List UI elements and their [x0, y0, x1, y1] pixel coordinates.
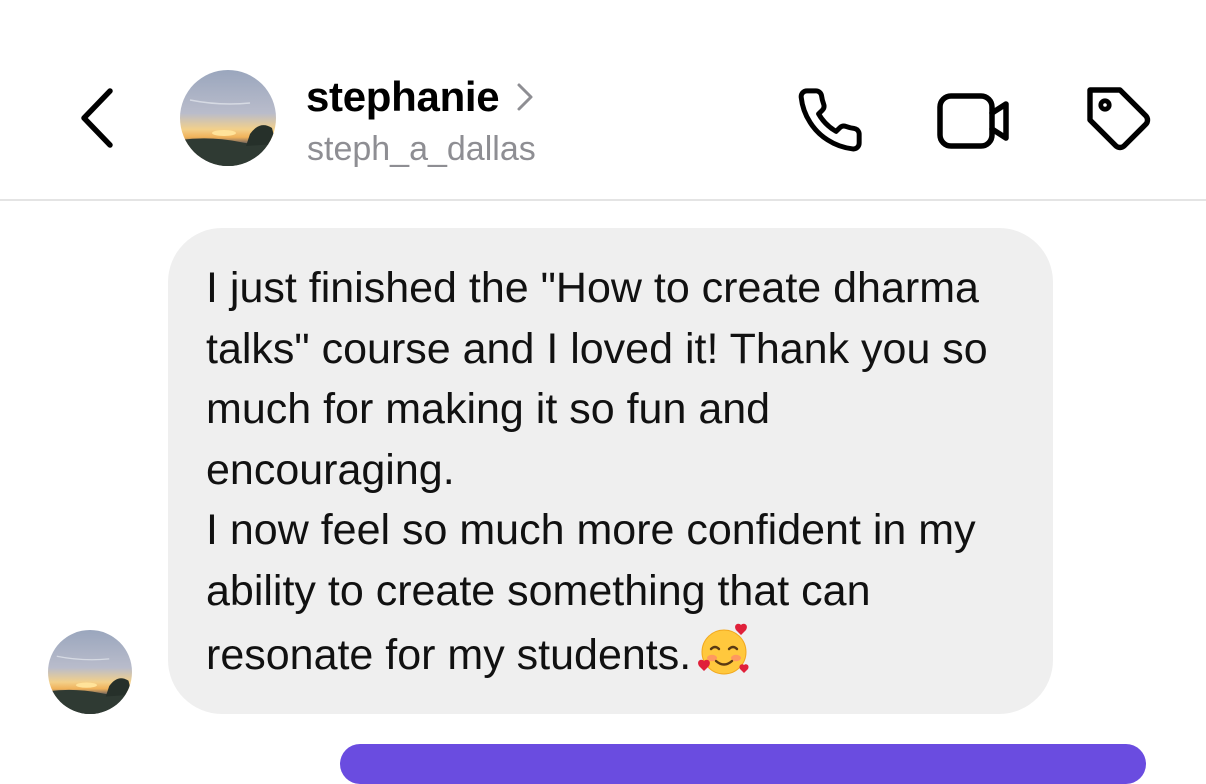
profile-link[interactable]: stephanie	[306, 72, 535, 122]
outgoing-message-bubble-edge	[340, 744, 1146, 784]
chevron-left-icon	[81, 88, 113, 148]
smiling-face-with-hearts-icon	[695, 621, 753, 696]
video-call-button[interactable]	[932, 82, 1016, 158]
username: steph_a_dallas	[307, 130, 536, 168]
tag-icon	[1087, 87, 1151, 151]
incoming-message-bubble[interactable]: I just finished the "How to create dharm…	[168, 228, 1053, 714]
message-text: I just finished the "How to create dharm…	[206, 258, 1023, 696]
chat-header: stephanie steph_a_dallas	[0, 0, 1206, 201]
back-button[interactable]	[70, 85, 122, 151]
avatar[interactable]	[180, 70, 276, 166]
display-name: stephanie	[306, 73, 500, 120]
message-paragraph-text: I now feel so much more confident in my …	[206, 506, 976, 679]
message-avatar[interactable]	[48, 630, 132, 714]
video-camera-icon	[937, 93, 1009, 149]
phone-icon	[798, 88, 862, 152]
tag-button[interactable]	[1080, 82, 1160, 158]
message-paragraph: I now feel so much more confident in my …	[206, 500, 1023, 696]
sunset-photo	[180, 70, 276, 166]
message-paragraph: I just finished the "How to create dharm…	[206, 264, 988, 494]
sunset-photo	[48, 630, 132, 714]
call-button[interactable]	[792, 82, 868, 158]
chevron-right-icon	[515, 81, 535, 113]
